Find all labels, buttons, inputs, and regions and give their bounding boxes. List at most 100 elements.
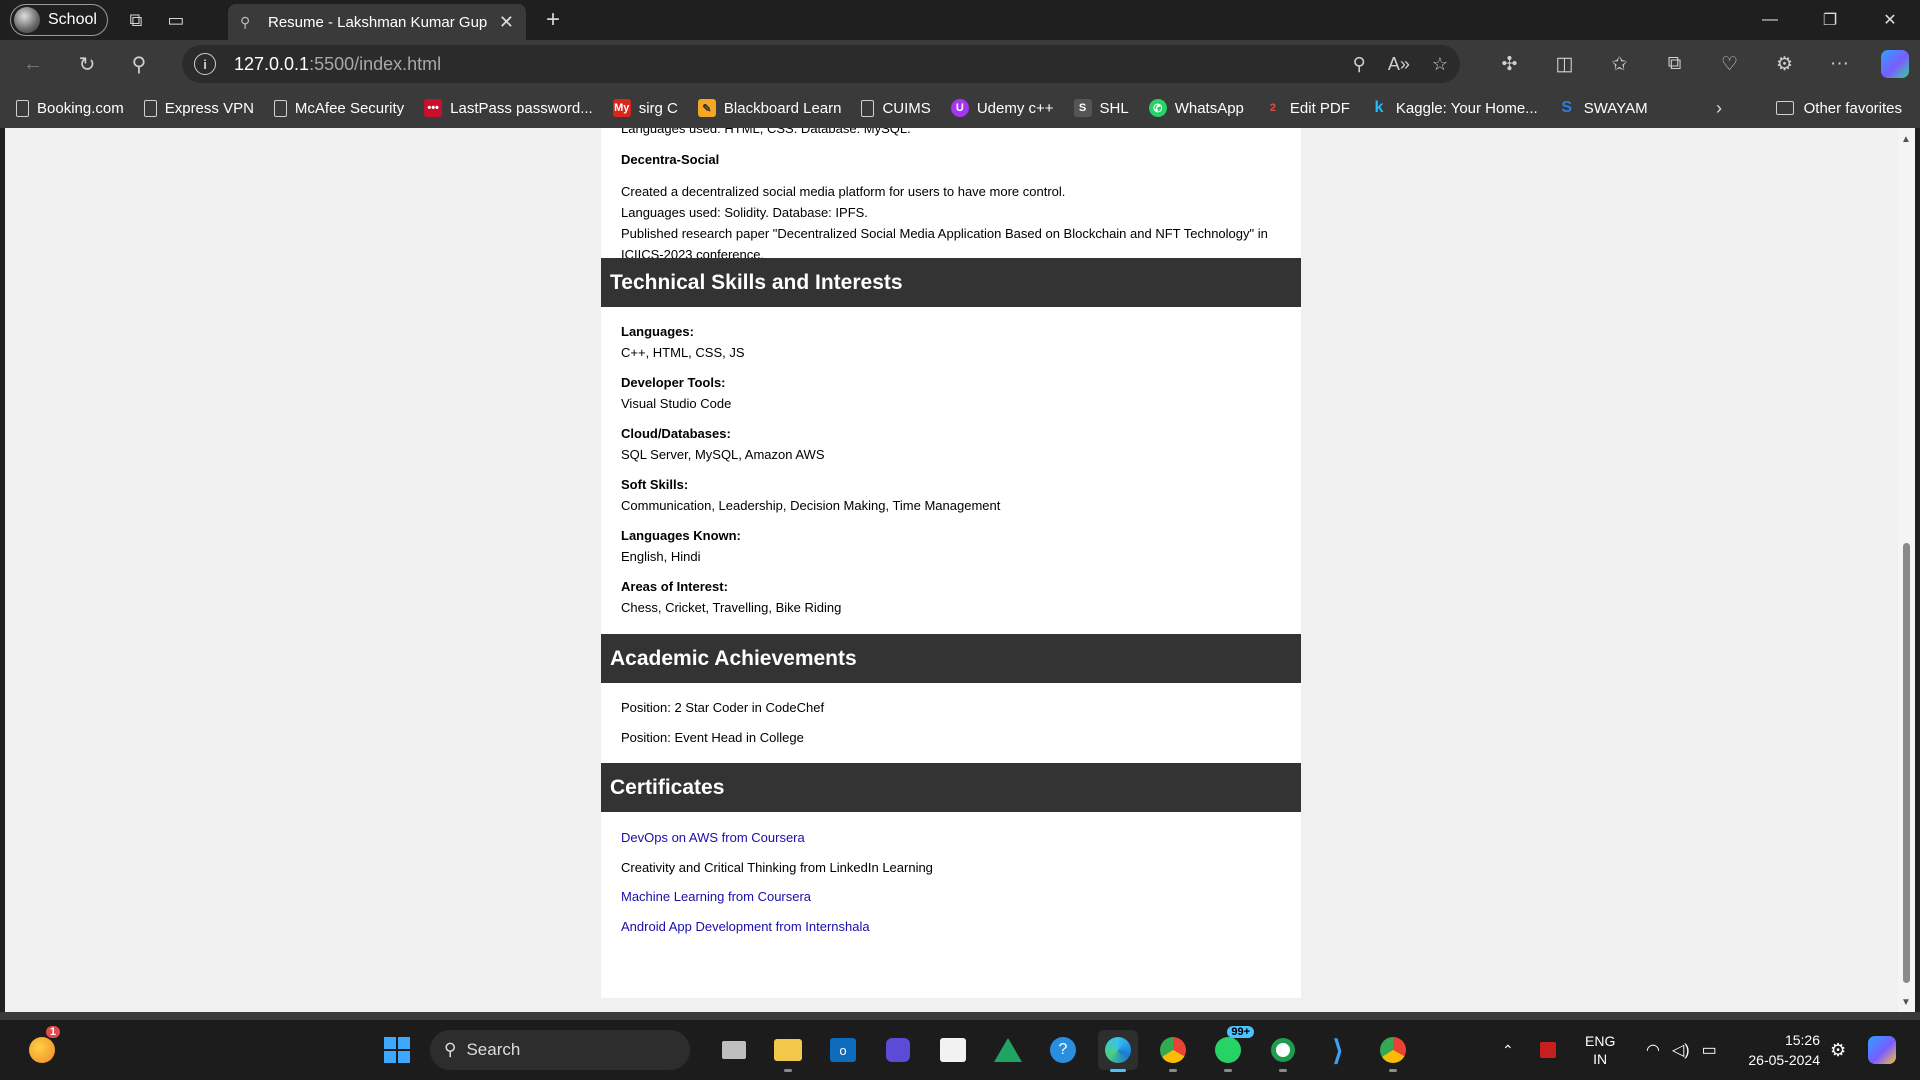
active-tab[interactable]: ⚲ Resume - Lakshman Kumar Gupt ✕: [228, 4, 526, 40]
page-icon: [143, 99, 157, 117]
minimize-icon[interactable]: —: [1740, 0, 1800, 40]
zoom-icon[interactable]: ⚲: [1353, 54, 1366, 75]
other-favorites[interactable]: Other favorites: [1775, 88, 1902, 128]
new-tab-icon[interactable]: +: [533, 0, 573, 40]
more-options-icon[interactable]: ···: [1812, 44, 1867, 84]
scrollbar-thumb[interactable]: [1903, 543, 1910, 983]
folder-icon: [1775, 101, 1794, 115]
profile-button[interactable]: School: [10, 4, 108, 36]
favorite-blackboard[interactable]: ✎ Blackboard Learn: [697, 99, 841, 117]
favorite-star-icon[interactable]: ☆: [1432, 54, 1448, 75]
tray-app-icon[interactable]: [1540, 1020, 1556, 1080]
whatsapp-taskbar-icon[interactable]: 99+: [1208, 1026, 1254, 1072]
clipchamp-icon[interactable]: [878, 1030, 918, 1070]
shl-icon: S: [1073, 99, 1092, 117]
scroll-up-icon[interactable]: ▲: [1901, 134, 1911, 145]
navigation-bar: ← ↻ ⚲ i 127.0.0.1:5500/index.html ⚲ A» ☆…: [0, 40, 1920, 88]
chrome-icon[interactable]: [1153, 1030, 1193, 1072]
chrome-profile-icon[interactable]: [1373, 1030, 1413, 1072]
settings-gear-icon[interactable]: ⚙: [1830, 1020, 1846, 1080]
microsoft-store-icon[interactable]: [933, 1030, 973, 1070]
favorite-mcafee[interactable]: McAfee Security: [273, 99, 404, 117]
weather-widget-icon[interactable]: 1: [22, 1026, 62, 1070]
refresh-icon[interactable]: ↻: [64, 44, 110, 84]
show-hidden-icons-icon[interactable]: ⌃: [1502, 1020, 1514, 1080]
vscode-icon[interactable]: ⟩: [1318, 1030, 1358, 1070]
language-indicator[interactable]: ENG IN: [1585, 1020, 1615, 1080]
search-icon[interactable]: ⚲: [116, 44, 162, 84]
file-explorer-icon[interactable]: [768, 1030, 808, 1072]
taskbar-search[interactable]: ⚲ Search: [430, 1030, 690, 1070]
search-icon: ⚲: [444, 1040, 457, 1059]
page-viewport: Languages used: HTML, CSS. Database: MyS…: [5, 128, 1898, 1012]
workspaces-icon[interactable]: ⧉: [116, 0, 156, 40]
skill-key: Languages:: [621, 324, 694, 339]
clock[interactable]: 15:26 26-05-2024: [1748, 1030, 1820, 1070]
url-host: 127.0.0.1: [234, 53, 310, 74]
collections-icon[interactable]: ⧉: [1647, 44, 1702, 84]
scroll-down-icon[interactable]: ▼: [1901, 997, 1911, 1008]
certificates-heading: Certificates: [601, 763, 1301, 812]
performance-icon[interactable]: ⚙: [1757, 44, 1812, 84]
tab-actions-icon[interactable]: ▭: [156, 0, 196, 40]
favorite-kaggle[interactable]: k Kaggle: Your Home...: [1370, 99, 1537, 117]
favorite-sirg-c[interactable]: My sirg C: [612, 99, 678, 117]
favorite-udemy[interactable]: U Udemy c++: [950, 99, 1054, 117]
start-icon[interactable]: [377, 1030, 417, 1070]
help-icon[interactable]: ?: [1043, 1030, 1083, 1070]
close-window-icon[interactable]: ✕: [1860, 0, 1920, 40]
app-leaf-icon[interactable]: [1263, 1030, 1303, 1072]
copilot-icon[interactable]: [1881, 50, 1909, 78]
favorite-cuims[interactable]: CUIMS: [861, 99, 931, 117]
achievement-item: Position: Event Head in College: [621, 730, 804, 745]
clock-date: 26-05-2024: [1748, 1052, 1820, 1068]
favorite-swayam[interactable]: S SWAYAM: [1558, 99, 1647, 117]
vertical-scrollbar[interactable]: ▲ ▼: [1898, 128, 1915, 1012]
browser-essentials-icon[interactable]: ♡: [1702, 44, 1757, 84]
favorite-label: Udemy c++: [976, 99, 1054, 117]
favorite-express-vpn[interactable]: Express VPN: [143, 99, 254, 117]
skill-block: Areas of Interest: Chess, Cricket, Travel…: [621, 576, 841, 618]
site-info-icon[interactable]: i: [194, 53, 216, 75]
url-path: :5500/index.html: [309, 53, 442, 74]
certificate-link[interactable]: Machine Learning from Coursera: [621, 886, 811, 907]
extensions-icon[interactable]: ✣: [1482, 44, 1537, 84]
wifi-icon: ◠: [1646, 1042, 1660, 1059]
project-description: Created a decentralized social media pla…: [621, 181, 1281, 265]
favorites-icon[interactable]: ✩: [1592, 44, 1647, 84]
favorite-lastpass[interactable]: ••• LastPass password...: [424, 99, 593, 117]
tab-favicon-icon: ⚲: [240, 14, 251, 30]
back-icon[interactable]: ←: [10, 44, 56, 84]
system-status[interactable]: ◠ ◁) ▭: [1646, 1020, 1717, 1080]
tab-close-icon[interactable]: ✕: [499, 12, 514, 33]
task-view-icon[interactable]: [714, 1030, 754, 1070]
pdf-icon: 2: [1269, 102, 1276, 114]
skill-block: Developer Tools: Visual Studio Code: [621, 372, 731, 414]
taskbar: 1 ⚲ Search o ? 99+ ⟩ ⌃ ENG IN ◠ ◁) ▭ 15:…: [0, 1020, 1920, 1080]
favorite-edit-pdf[interactable]: 2 Edit PDF: [1264, 99, 1350, 117]
skill-value: Communication, Leadership, Decision Maki…: [621, 498, 1001, 513]
restore-icon[interactable]: ❐: [1800, 0, 1860, 40]
outlook-icon[interactable]: o: [823, 1030, 863, 1070]
edge-icon[interactable]: [1098, 1030, 1138, 1072]
toolbar: ✣ ◫ ✩ ⧉ ♡ ⚙ ···: [1482, 44, 1909, 84]
favorite-shl[interactable]: S SHL: [1073, 99, 1129, 117]
skill-value: C++, HTML, CSS, JS: [621, 345, 745, 360]
skill-block: Cloud/Databases: SQL Server, MySQL, Amazo…: [621, 423, 825, 465]
address-bar[interactable]: i 127.0.0.1:5500/index.html ⚲ A» ☆: [182, 45, 1460, 83]
certificate-link[interactable]: DevOps on AWS from Coursera: [621, 827, 805, 848]
favorites-overflow-chevron-icon[interactable]: ›: [1716, 88, 1722, 128]
favorite-whatsapp[interactable]: ✆ WhatsApp: [1148, 99, 1244, 117]
split-screen-icon[interactable]: ◫: [1537, 44, 1592, 84]
google-drive-icon[interactable]: [988, 1030, 1028, 1070]
copilot-taskbar-icon[interactable]: [1868, 1020, 1896, 1080]
notification-badge: 1: [45, 1026, 60, 1038]
window-bottom-edge: [0, 1012, 1920, 1020]
skill-block: Languages: C++, HTML, CSS, JS: [621, 321, 745, 363]
certificate-link[interactable]: Android App Development from Internshala: [621, 916, 870, 937]
favorite-label: Express VPN: [164, 99, 254, 117]
favorite-booking[interactable]: Booking.com: [16, 99, 124, 117]
read-aloud-icon[interactable]: A»: [1388, 54, 1410, 75]
project-line: Languages used: Solidity. Database: IPFS…: [621, 205, 868, 220]
project-line: Created a decentralized social media pla…: [621, 184, 1066, 199]
